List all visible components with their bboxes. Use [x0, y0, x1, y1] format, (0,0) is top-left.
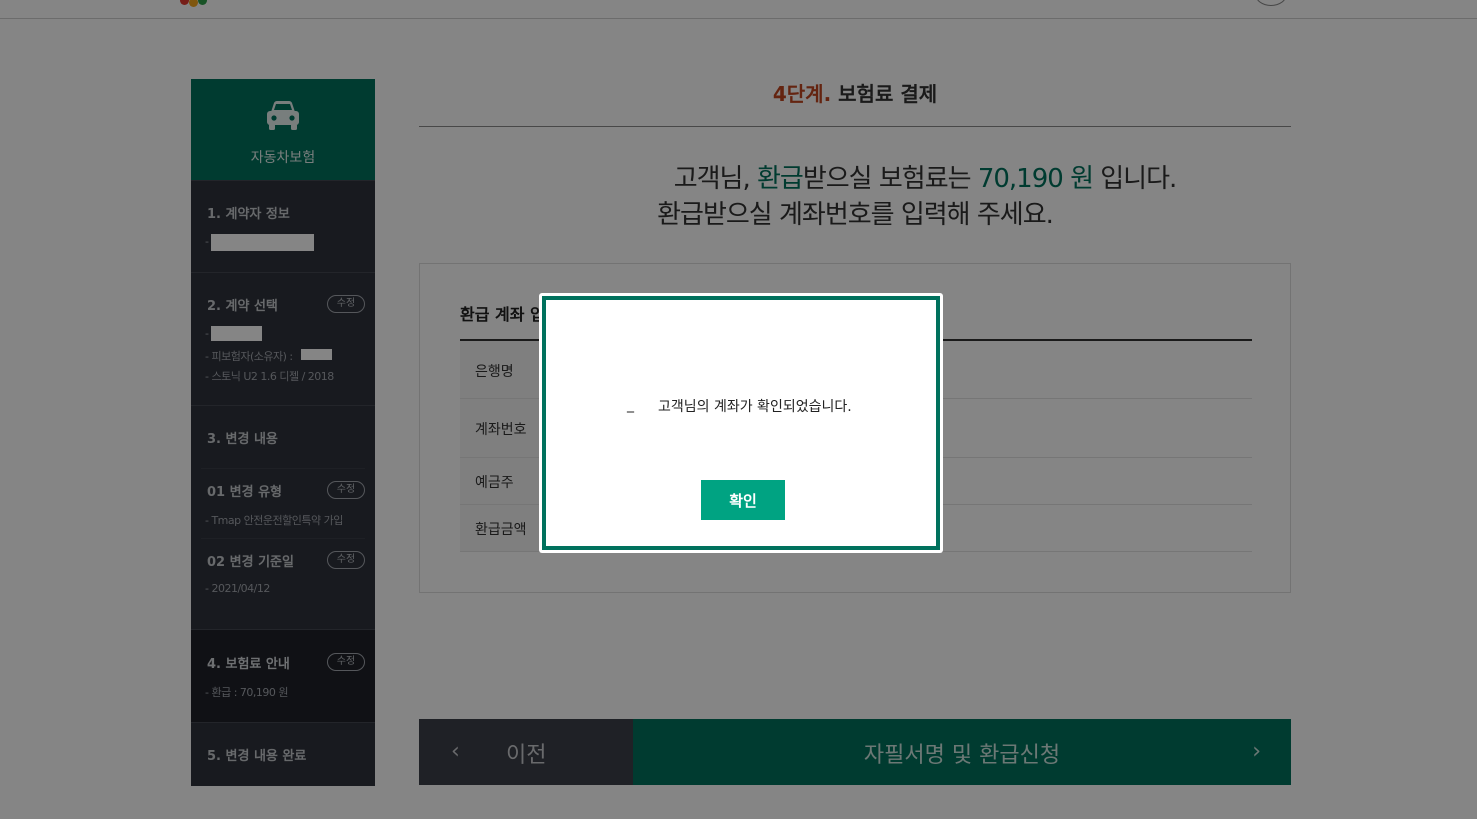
dialog-message: 고객님의 계좌가 확인되었습니다.: [658, 399, 852, 415]
redacted-name-mark: _: [627, 397, 634, 413]
dialog-body: _ 고객님의 계좌가 확인되었습니다. 확인: [546, 300, 936, 546]
confirm-dialog: _ 고객님의 계좌가 확인되었습니다. 확인: [539, 293, 943, 553]
confirm-button[interactable]: 확인: [701, 480, 785, 520]
